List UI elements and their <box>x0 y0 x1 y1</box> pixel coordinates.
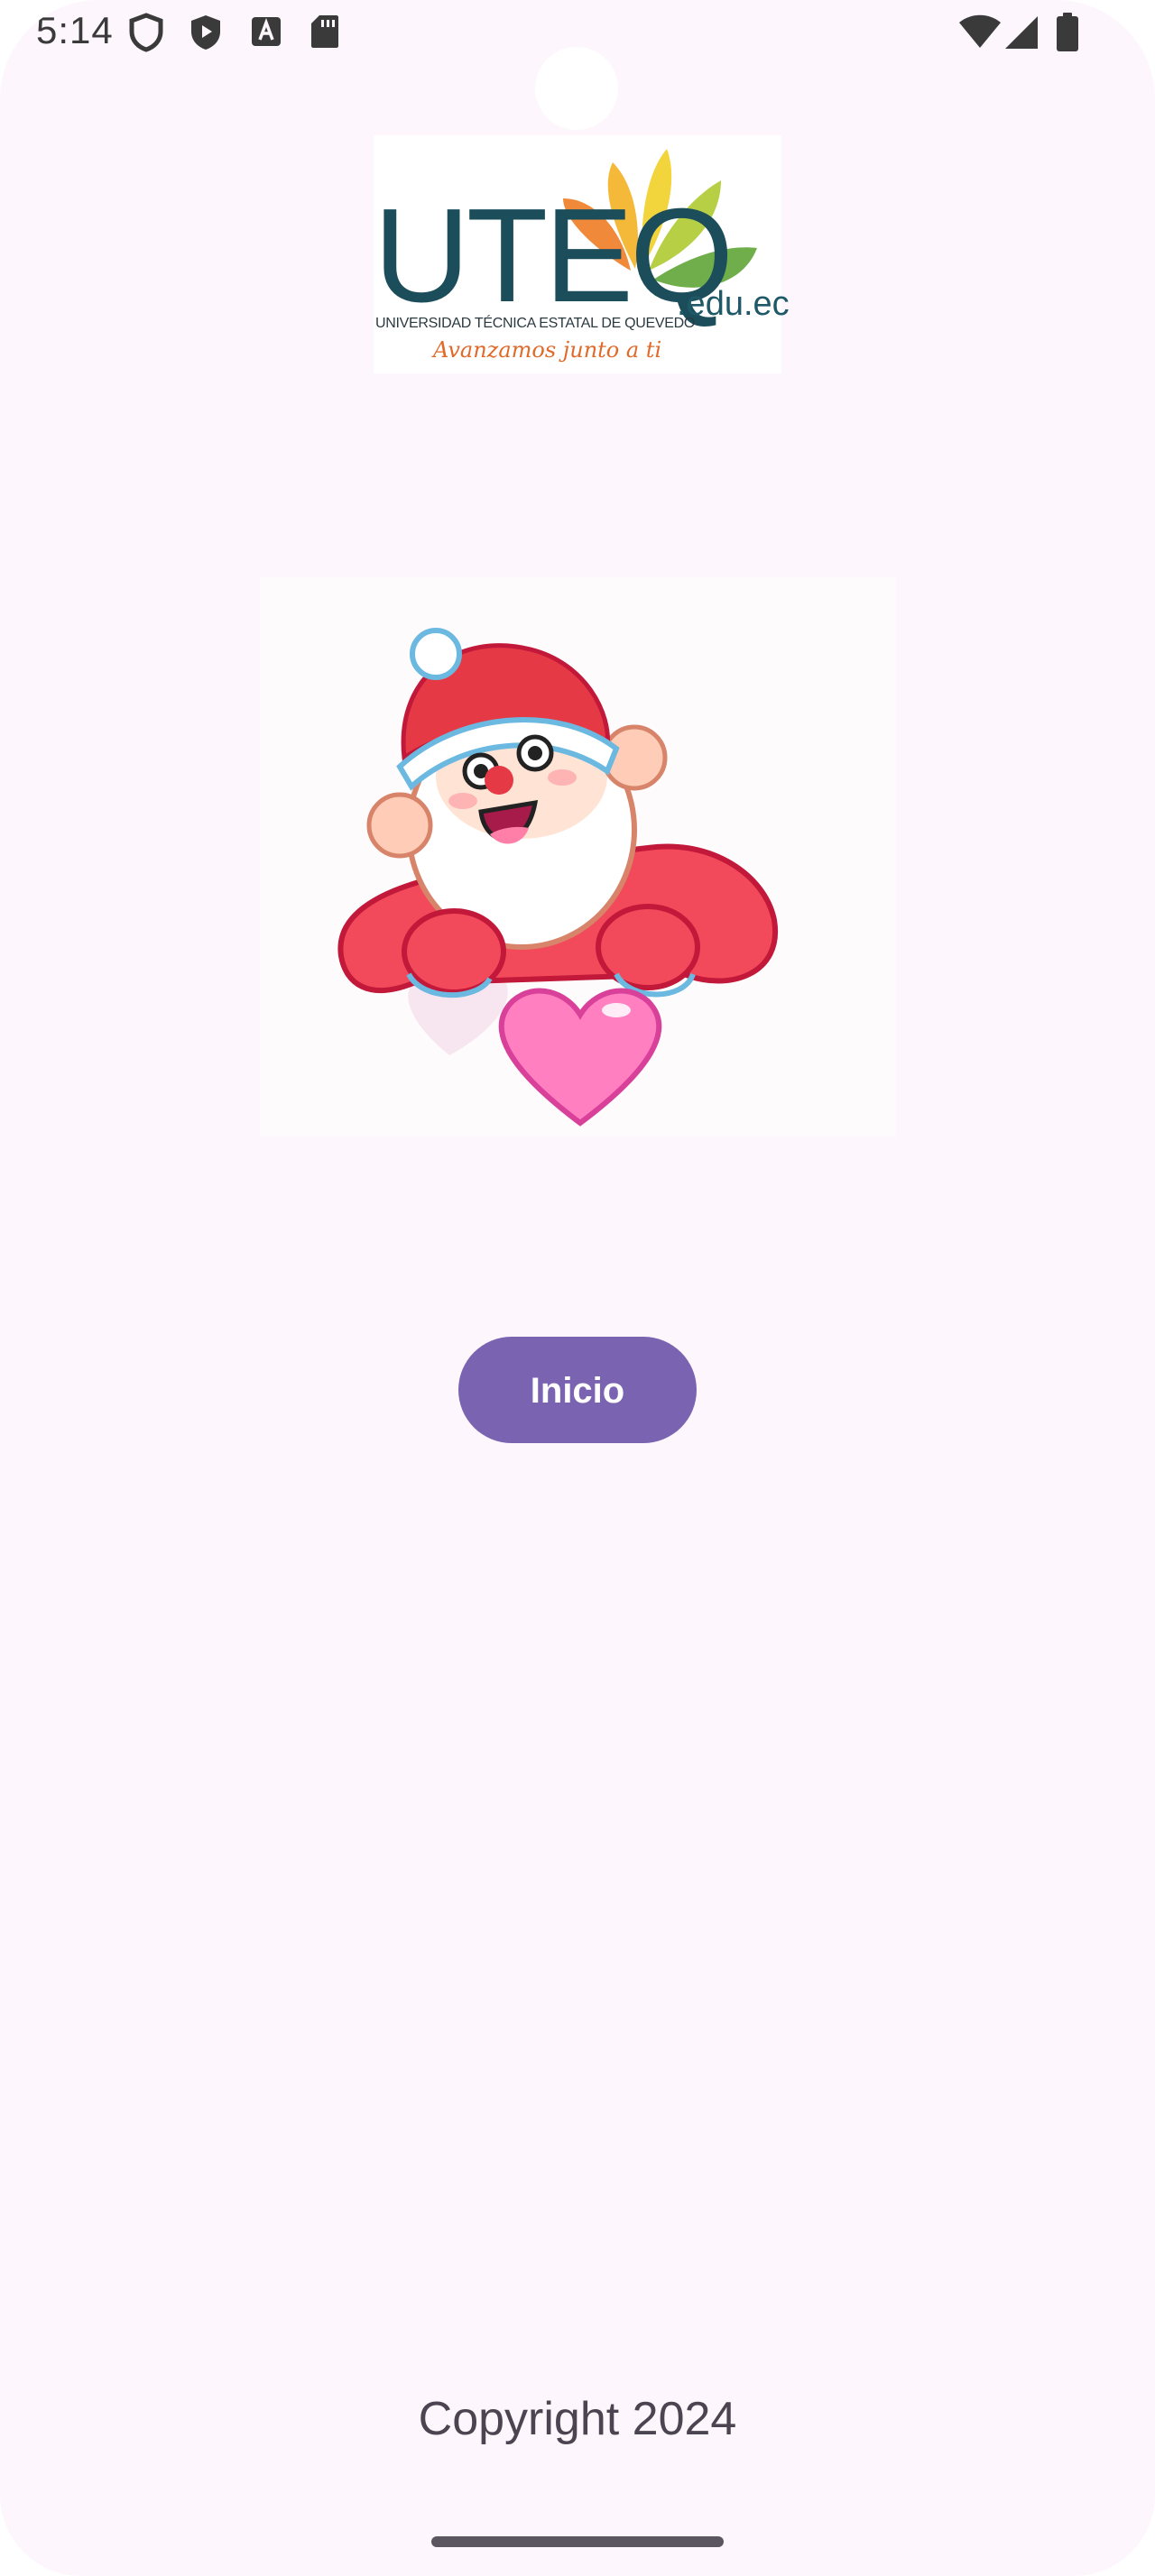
logo-slogan: Avanzamos junto a ti <box>433 337 662 363</box>
santa-with-heart-icon <box>337 628 779 1127</box>
copyright-text: Copyright 2024 <box>418 2393 737 2445</box>
sd-card-icon <box>310 14 339 53</box>
santa-illustration <box>260 577 896 1136</box>
app-screen: 5:14 UTEQ .edu.ec UNIVERSIDAD TÉCNICA ES… <box>0 0 1155 2576</box>
cell-signal-icon <box>1003 14 1040 55</box>
uteq-logo: UTEQ .edu.ec UNIVERSIDAD TÉCNICA ESTATAL… <box>374 135 790 373</box>
battery-icon <box>1056 13 1079 57</box>
home-indicator[interactable] <box>431 2536 724 2547</box>
font-download-icon <box>251 16 282 51</box>
logo-subtitle: UNIVERSIDAD TÉCNICA ESTATAL DE QUEVEDO <box>375 316 696 331</box>
shield-outline-icon <box>128 13 164 57</box>
inicio-button[interactable]: Inicio <box>458 1337 697 1443</box>
camera-cutout <box>535 47 618 130</box>
wifi-icon <box>958 14 1002 53</box>
shield-play-icon <box>188 13 224 57</box>
status-time: 5:14 <box>36 9 114 51</box>
